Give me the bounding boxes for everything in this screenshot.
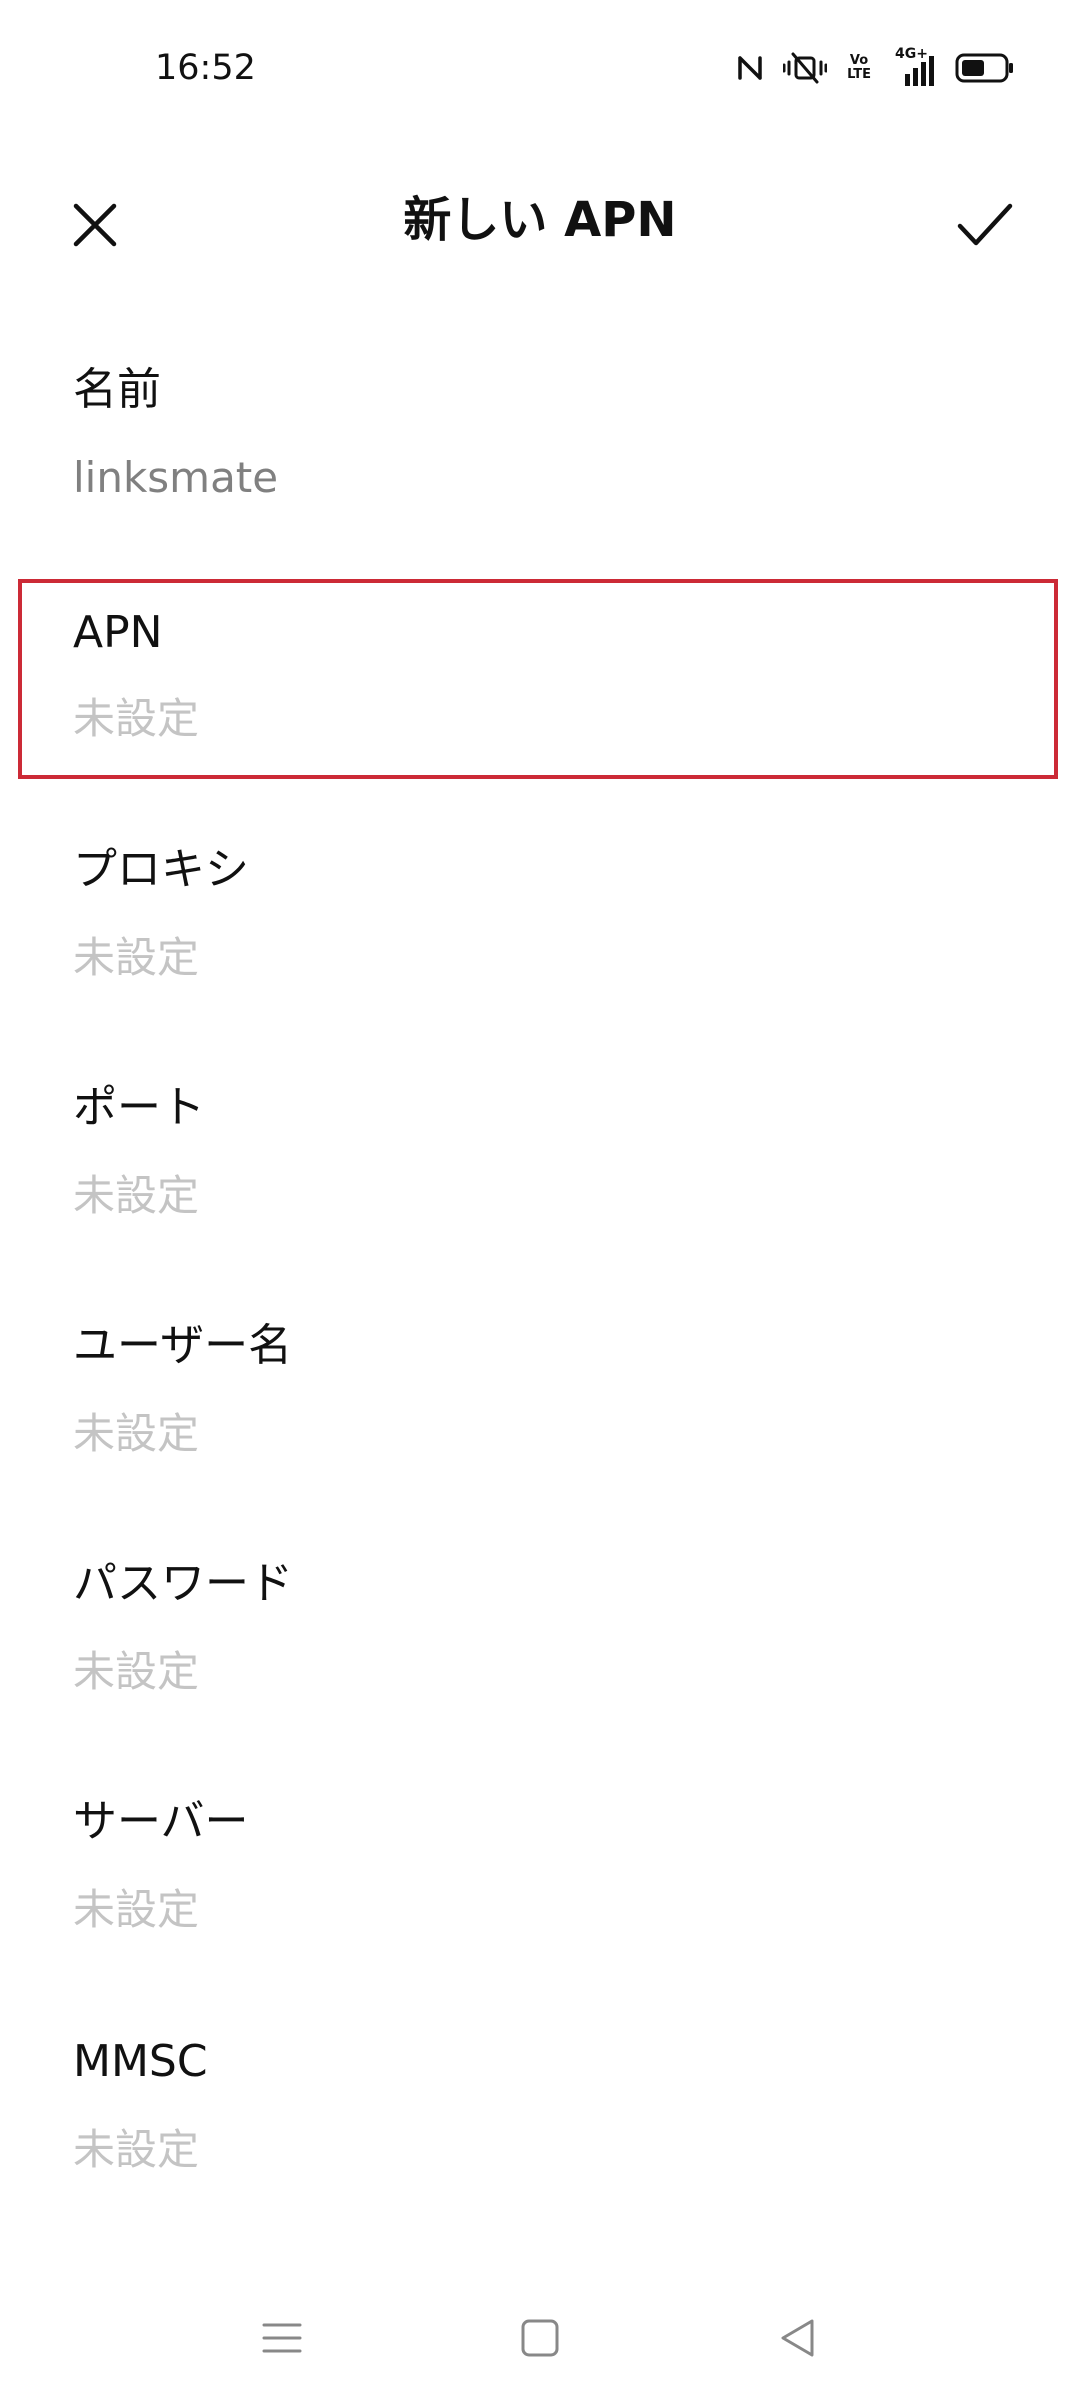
field-name[interactable]: 名前 linksmate bbox=[18, 340, 1058, 540]
field-label: プロキシ bbox=[73, 844, 249, 895]
field-label: サーバー bbox=[73, 1796, 249, 1847]
menu-button[interactable] bbox=[242, 2298, 322, 2378]
field-value: 未設定 bbox=[73, 933, 200, 982]
field-mmsc[interactable]: MMSC 未設定 bbox=[18, 2012, 1058, 2212]
field-server[interactable]: サーバー 未設定 bbox=[18, 1772, 1058, 1972]
field-label: APN bbox=[73, 607, 163, 658]
field-apn[interactable]: APN 未設定 bbox=[18, 579, 1058, 779]
status-time: 16:52 bbox=[155, 48, 256, 88]
field-value: linksmate bbox=[73, 453, 279, 502]
status-icons: Vo LTE 4G+ bbox=[737, 46, 1015, 88]
field-value: 未設定 bbox=[73, 1885, 200, 1934]
vibrate-icon bbox=[783, 51, 828, 85]
field-label: パスワード bbox=[73, 1558, 293, 1609]
top-app-bar: 新しい APN bbox=[0, 140, 1080, 290]
field-label: MMSC bbox=[73, 2036, 208, 2087]
navigation-bar bbox=[0, 2280, 1080, 2400]
home-button[interactable] bbox=[500, 2298, 580, 2378]
field-username[interactable]: ユーザー名 未設定 bbox=[18, 1296, 1058, 1496]
field-value: 未設定 bbox=[73, 1647, 200, 1696]
status-bar: 16:52 Vo LTE 4G+ bbox=[0, 0, 1080, 140]
home-icon bbox=[521, 2319, 559, 2357]
menu-icon bbox=[262, 2323, 302, 2353]
field-value: 未設定 bbox=[73, 2125, 200, 2174]
field-value: 未設定 bbox=[73, 1409, 200, 1458]
page-title: 新しい APN bbox=[403, 192, 677, 248]
field-label: 名前 bbox=[73, 364, 161, 415]
field-label: ポート bbox=[73, 1082, 205, 1133]
field-value: 未設定 bbox=[73, 1171, 200, 1220]
field-port[interactable]: ポート 未設定 bbox=[18, 1058, 1058, 1258]
volte-icon: Vo LTE bbox=[847, 53, 871, 82]
check-icon bbox=[957, 203, 1013, 246]
signal-4g-icon: 4G+ bbox=[891, 46, 935, 88]
battery-icon bbox=[955, 52, 1015, 84]
back-button[interactable] bbox=[758, 2298, 838, 2378]
confirm-button[interactable] bbox=[945, 185, 1025, 265]
field-proxy[interactable]: プロキシ 未設定 bbox=[18, 820, 1058, 1020]
field-value: 未設定 bbox=[73, 694, 200, 743]
field-label: ユーザー名 bbox=[73, 1320, 293, 1371]
back-icon bbox=[781, 2319, 814, 2357]
field-password[interactable]: パスワード 未設定 bbox=[18, 1534, 1058, 1734]
nfc-icon bbox=[737, 53, 763, 83]
